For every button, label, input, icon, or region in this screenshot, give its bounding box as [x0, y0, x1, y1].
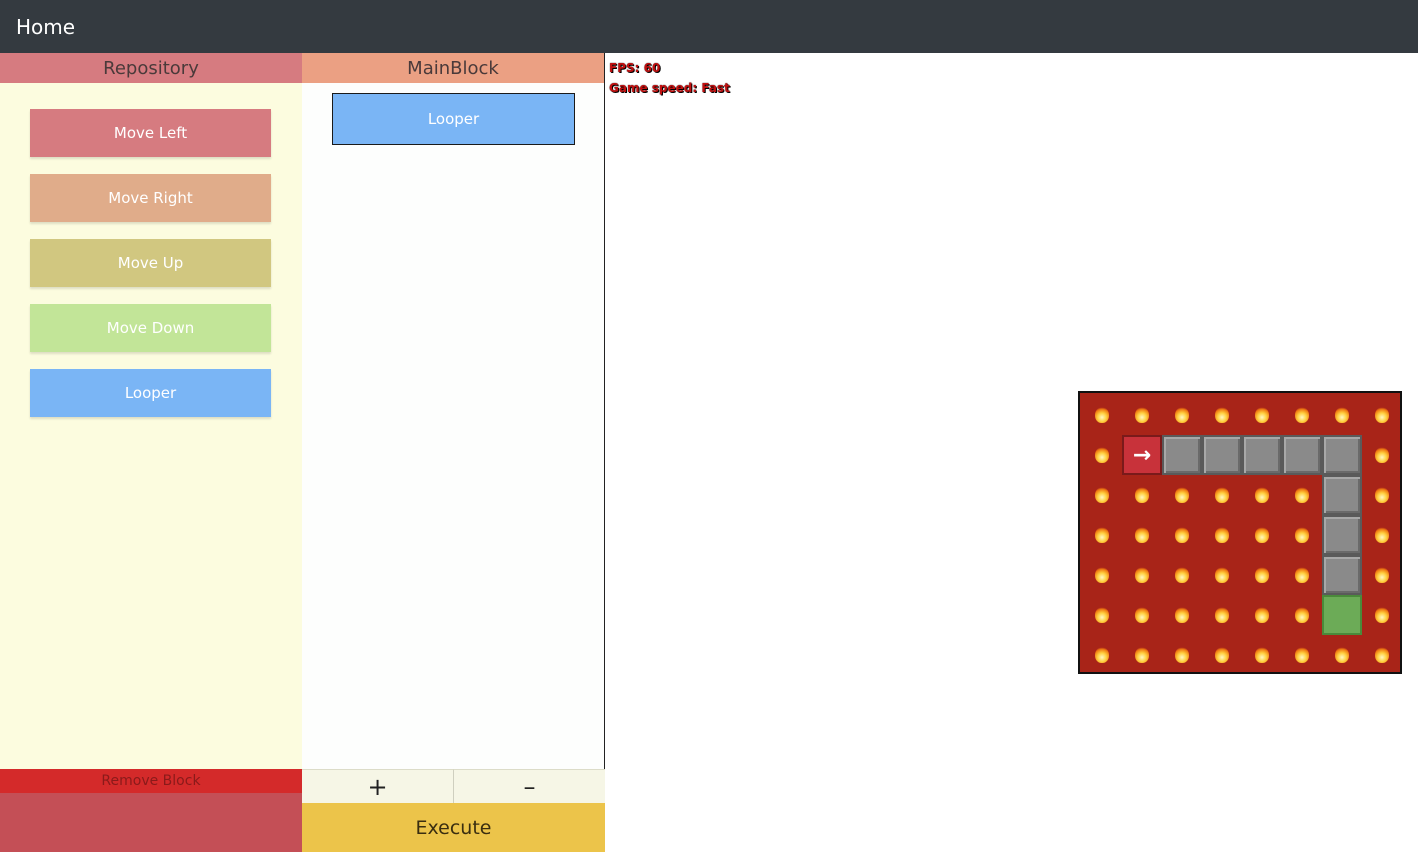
lava-flame-icon	[1242, 515, 1282, 555]
lava-flame-icon	[1202, 395, 1242, 435]
repository-panel: Repository Move Left Move Right Move Up …	[0, 53, 302, 852]
lava-flame-icon	[1282, 395, 1322, 435]
lava-flame-icon	[1202, 595, 1242, 635]
lava-flame-icon	[1082, 635, 1122, 672]
lava-flame-icon	[1242, 475, 1282, 515]
lava-flame-icon	[1082, 515, 1122, 555]
lava-flame-icon	[1202, 555, 1242, 595]
lava-flame-icon	[1362, 635, 1400, 672]
remove-block-zone[interactable]: Remove Block	[0, 769, 302, 793]
lava-flame-icon	[1282, 475, 1322, 515]
lava-flame-icon	[1242, 555, 1282, 595]
lava-flame-icon	[1082, 395, 1122, 435]
remove-button[interactable]: –	[454, 769, 605, 803]
lava-flame-icon	[1202, 475, 1242, 515]
path-tile	[1322, 515, 1362, 555]
main-looper-block[interactable]: Looper	[332, 93, 575, 145]
lava-flame-icon	[1242, 635, 1282, 672]
move-up-block[interactable]: Move Up	[30, 239, 271, 287]
trash-area[interactable]	[0, 793, 302, 852]
goal-tile	[1322, 595, 1362, 635]
lava-flame-icon	[1122, 475, 1162, 515]
game-canvas[interactable]: FPS: 60 Game speed: Fast →	[606, 53, 1418, 852]
add-button[interactable]: +	[302, 769, 454, 803]
path-tile	[1242, 435, 1282, 475]
lava-flame-icon	[1282, 555, 1322, 595]
move-right-block[interactable]: Move Right	[30, 174, 271, 222]
lava-flame-icon	[1322, 635, 1362, 672]
lava-flame-icon	[1362, 435, 1400, 475]
fps-counter: FPS: 60	[609, 61, 661, 75]
lava-flame-icon	[1162, 635, 1202, 672]
game-speed-label: Game speed: Fast	[609, 81, 730, 95]
path-tile	[1282, 435, 1322, 475]
path-tile	[1322, 475, 1362, 515]
lava-flame-icon	[1362, 475, 1400, 515]
lava-flame-icon	[1122, 395, 1162, 435]
path-tile	[1322, 555, 1362, 595]
lava-flame-icon	[1082, 555, 1122, 595]
path-tile	[1322, 435, 1362, 475]
move-down-block[interactable]: Move Down	[30, 304, 271, 352]
lava-flame-icon	[1242, 595, 1282, 635]
lava-flame-icon	[1162, 475, 1202, 515]
lava-flame-icon	[1322, 395, 1362, 435]
player-tile: →	[1122, 435, 1162, 475]
lava-flame-icon	[1282, 515, 1322, 555]
lava-flame-icon	[1362, 595, 1400, 635]
looper-block[interactable]: Looper	[30, 369, 271, 417]
lava-flame-icon	[1122, 595, 1162, 635]
path-tile	[1202, 435, 1242, 475]
lava-flame-icon	[1162, 395, 1202, 435]
lava-flame-icon	[1282, 595, 1322, 635]
lava-flame-icon	[1122, 515, 1162, 555]
lava-flame-icon	[1242, 395, 1282, 435]
lava-flame-icon	[1082, 475, 1122, 515]
lava-flame-icon	[1162, 595, 1202, 635]
lava-flame-icon	[1082, 595, 1122, 635]
game-board: →	[1078, 391, 1402, 674]
main-block-title: MainBlock	[302, 53, 604, 83]
lava-flame-icon	[1202, 515, 1242, 555]
repository-title: Repository	[0, 53, 302, 83]
lava-flame-icon	[1162, 555, 1202, 595]
arrow-right-icon: →	[1132, 442, 1152, 468]
lava-flame-icon	[1122, 635, 1162, 672]
move-left-block[interactable]: Move Left	[30, 109, 271, 157]
lava-flame-icon	[1282, 635, 1322, 672]
top-bar: Home	[0, 0, 1418, 53]
lava-flame-icon	[1122, 555, 1162, 595]
lava-flame-icon	[1362, 555, 1400, 595]
main-block-panel: MainBlock Looper + – Execute	[302, 53, 605, 852]
block-controls: + –	[302, 769, 605, 803]
lava-flame-icon	[1202, 635, 1242, 672]
lava-flame-icon	[1362, 515, 1400, 555]
execute-button[interactable]: Execute	[302, 803, 605, 852]
lava-flame-icon	[1362, 395, 1400, 435]
home-link[interactable]: Home	[16, 15, 75, 39]
lava-flame-icon	[1162, 515, 1202, 555]
path-tile	[1162, 435, 1202, 475]
lava-flame-icon	[1082, 435, 1122, 475]
